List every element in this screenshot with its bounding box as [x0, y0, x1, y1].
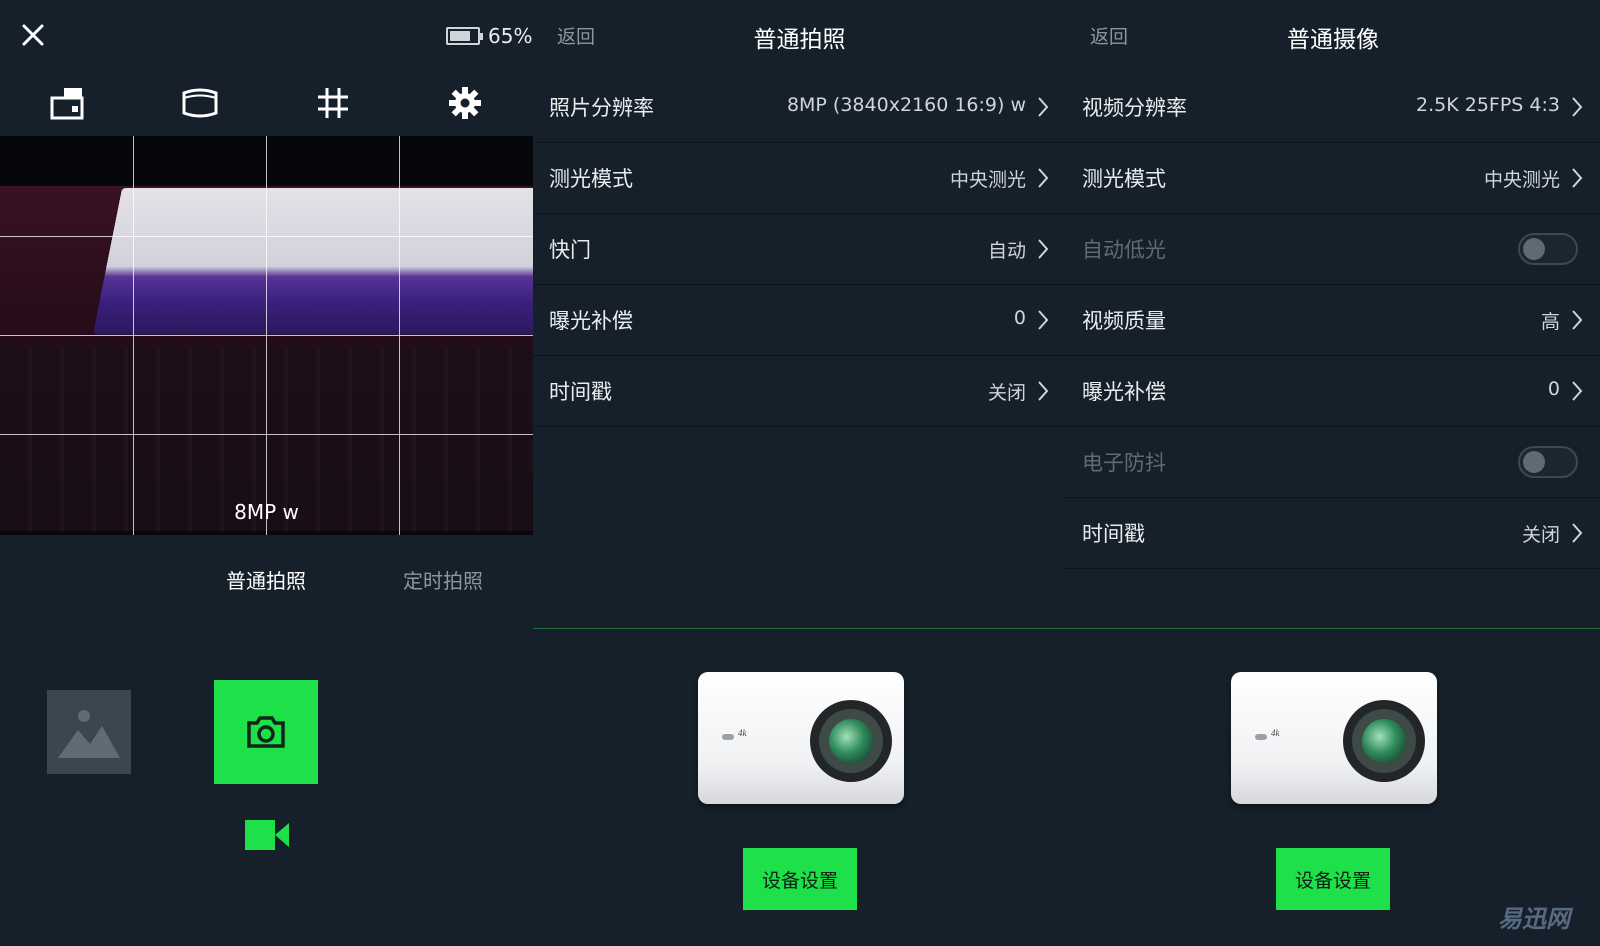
video-settings-header: 返回 普通摄像 — [1066, 0, 1600, 70]
chevron-right-icon — [1572, 168, 1583, 188]
camera-toolbar — [0, 82, 533, 124]
grid-icon[interactable] — [311, 82, 355, 124]
device-settings-button[interactable]: 设备设置 — [1276, 848, 1390, 910]
shutter-button[interactable] — [214, 680, 318, 784]
chevron-right-icon — [1038, 381, 1049, 401]
settings-row-value: 中央测光 — [949, 169, 1026, 191]
settings-row[interactable]: 视频质量 高 — [1066, 285, 1600, 356]
settings-row-value: 2.5K 25FPS 4:3 — [1416, 94, 1560, 116]
settings-row-value: 0 — [1547, 378, 1560, 400]
settings-gear-icon[interactable] — [443, 82, 487, 124]
settings-row[interactable]: 快门 自动 — [533, 214, 1066, 285]
settings-row-label: 自动低光 — [1082, 238, 1166, 262]
camera-shutter-icon — [247, 716, 285, 748]
settings-row[interactable]: 时间戳 关闭 — [533, 356, 1066, 427]
settings-row[interactable]: 曝光补偿 0 — [1066, 356, 1600, 427]
video-camera-icon[interactable] — [244, 818, 290, 852]
wide-angle-icon[interactable] — [178, 82, 222, 124]
settings-row-label: 测光模式 — [1082, 167, 1166, 191]
device-settings-button[interactable]: 设备设置 — [743, 848, 857, 910]
settings-row[interactable]: 测光模式 中央测光 — [533, 143, 1066, 214]
gallery-image-icon — [58, 710, 120, 758]
battery-icon — [446, 27, 483, 45]
toggle-switch[interactable] — [1518, 233, 1578, 265]
settings-row[interactable]: 视频分辨率 2.5K 25FPS 4:3 — [1066, 72, 1600, 143]
settings-row-value: 高 — [1540, 311, 1560, 333]
battery-fill — [450, 31, 470, 41]
camera-mode-icon[interactable] — [46, 82, 90, 124]
settings-row-label: 快门 — [549, 238, 591, 262]
toggle-knob — [1523, 451, 1545, 473]
preview-laptop-screen — [92, 187, 533, 335]
battery-status: 65% — [446, 24, 532, 48]
settings-row[interactable]: 时间戳 关闭 — [1066, 498, 1600, 569]
settings-row-label: 照片分辨率 — [549, 96, 654, 120]
chevron-right-icon — [1038, 310, 1049, 330]
settings-row-label: 视频分辨率 — [1082, 96, 1187, 120]
battery-percent: 65% — [488, 24, 533, 48]
gallery-button[interactable] — [47, 690, 131, 774]
settings-row-label: 视频质量 — [1082, 309, 1166, 333]
settings-row-label: 曝光补偿 — [549, 309, 633, 333]
toggle-switch[interactable] — [1518, 446, 1578, 478]
chevron-right-icon — [1038, 168, 1049, 188]
mode-timer-photo[interactable]: 定时拍照 — [403, 565, 483, 594]
close-icon[interactable] — [18, 20, 48, 50]
chevron-right-icon — [1572, 381, 1583, 401]
photo-settings-header: 返回 普通拍照 — [533, 0, 1066, 70]
settings-row-value: 关闭 — [1521, 524, 1560, 546]
camera-viewfinder-panel: 65% 8MP w 普通拍照 定时拍照 — [0, 0, 533, 946]
settings-row[interactable]: 测光模式 中央测光 — [1066, 143, 1600, 214]
settings-row-value: 中央测光 — [1483, 169, 1560, 191]
camera-lens — [1343, 700, 1425, 782]
photo-settings-list: 照片分辨率 8MP (3840x2160 16:9) w 测光模式 中央测光快门 自动曝… — [533, 72, 1066, 427]
video-settings-panel: 返回 普通摄像 视频分辨率 2.5K 25FPS 4:3 测光模式 中央测光 自动低光视… — [1066, 0, 1600, 946]
settings-row-value: 自动 — [987, 240, 1026, 262]
watermark: 易迅网 — [1498, 905, 1570, 933]
photo-settings-panel: 返回 普通拍照 照片分辨率 8MP (3840x2160 16:9) w 测光模式 中… — [533, 0, 1066, 946]
settings-row-label: 时间戳 — [549, 380, 612, 404]
chevron-right-icon — [1572, 523, 1583, 543]
grid-line — [0, 236, 533, 237]
camera-lens — [810, 700, 892, 782]
settings-row-label: 测光模式 — [549, 167, 633, 191]
chevron-right-icon — [1038, 239, 1049, 259]
settings-row-label: 时间戳 — [1082, 522, 1145, 546]
toggle-knob — [1523, 238, 1545, 260]
video-settings-list: 视频分辨率 2.5K 25FPS 4:3 测光模式 中央测光自动低光视频质量 高曝光补偿… — [1066, 72, 1600, 569]
camera-indicator — [722, 734, 734, 740]
resolution-overlay: 8MP w — [234, 500, 299, 524]
camera-model-text: 4k — [738, 728, 747, 738]
page-title: 普通拍照 — [753, 27, 846, 53]
grid-line — [0, 335, 533, 336]
grid-line — [0, 434, 533, 435]
section-divider — [533, 628, 1600, 629]
shooting-mode-selector: 普通拍照 定时拍照 — [0, 565, 533, 595]
page-title: 普通摄像 — [1287, 27, 1379, 53]
mode-normal-photo[interactable]: 普通拍照 — [226, 565, 306, 594]
camera-model-text: 4k — [1271, 728, 1280, 738]
settings-row-value: 8MP (3840x2160 16:9) w — [786, 94, 1026, 116]
chevron-right-icon — [1572, 310, 1583, 330]
action-camera-image: 4k — [698, 672, 904, 804]
settings-row[interactable]: 自动低光 — [1066, 214, 1600, 285]
chevron-right-icon — [1572, 97, 1583, 117]
settings-row-value: 0 — [1013, 307, 1026, 329]
settings-row[interactable]: 曝光补偿 0 — [533, 285, 1066, 356]
settings-row-value: 关闭 — [987, 382, 1026, 404]
camera-indicator — [1255, 734, 1267, 740]
camera-preview[interactable]: 8MP w — [0, 136, 533, 535]
settings-row-label: 电子防抖 — [1082, 451, 1166, 475]
settings-row[interactable]: 电子防抖 — [1066, 427, 1600, 498]
chevron-right-icon — [1038, 97, 1049, 117]
action-camera-image: 4k — [1231, 672, 1437, 804]
settings-row-label: 曝光补偿 — [1082, 380, 1166, 404]
settings-row[interactable]: 照片分辨率 8MP (3840x2160 16:9) w — [533, 72, 1066, 143]
